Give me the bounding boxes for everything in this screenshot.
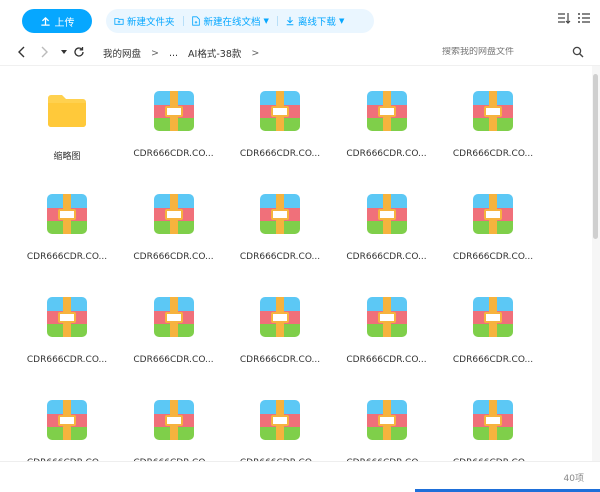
- archive-file-icon: [366, 296, 408, 338]
- search-input[interactable]: [442, 47, 562, 57]
- offline-download-label: 离线下载: [297, 17, 336, 28]
- new-folder-button[interactable]: 新建文件夹: [106, 9, 183, 33]
- file-name: CDR666CDR.CO...: [133, 355, 214, 365]
- archive-file-icon: [46, 296, 88, 338]
- file-item[interactable]: CDR666CDR.CO...: [230, 169, 330, 269]
- file-name: CDR666CDR.CO...: [26, 355, 108, 365]
- refresh-icon[interactable]: [73, 46, 85, 58]
- archive-file-icon: [153, 193, 195, 235]
- file-name: CDR666CDR.CO...: [26, 252, 108, 262]
- caret-down-icon: ▼: [263, 17, 269, 25]
- list-view-icon[interactable]: [577, 11, 591, 25]
- archive-file-icon: [472, 399, 514, 441]
- upload-button[interactable]: 上传: [22, 9, 92, 33]
- sort-icon[interactable]: [557, 11, 571, 25]
- new-doc-label: 新建在线文档: [203, 17, 261, 28]
- offline-download-button[interactable]: 离线下载 ▼: [276, 9, 352, 33]
- file-name: CDR666CDR.CO...: [452, 149, 534, 159]
- new-online-doc-button[interactable]: 新建在线文档 ▼: [182, 9, 277, 33]
- file-name: CDR666CDR.CO...: [452, 252, 534, 262]
- file-item[interactable]: CDR666CDR.CO...: [124, 169, 224, 269]
- file-item[interactable]: CDR666CDR.CO...: [443, 375, 543, 461]
- file-name: CDR666CDR.CO...: [239, 252, 321, 262]
- file-item[interactable]: CDR666CDR.CO...: [230, 375, 330, 461]
- file-item[interactable]: CDR666CDR.CO...: [17, 272, 117, 372]
- folder-item[interactable]: 缩略图: [17, 66, 117, 166]
- search-icon[interactable]: [572, 46, 584, 58]
- breadcrumb-ellipsis[interactable]: ...: [169, 48, 178, 59]
- file-item[interactable]: CDR666CDR.CO...: [337, 272, 437, 372]
- file-name: CDR666CDR.CO...: [452, 355, 534, 365]
- file-name: CDR666CDR.CO...: [133, 252, 214, 262]
- breadcrumb-current[interactable]: AI格式-38款: [188, 46, 241, 60]
- file-grid: 缩略图 CDR666CDR.CO... CDR666CDR.CO... CDR666C…: [0, 66, 592, 461]
- file-item[interactable]: CDR666CDR.CO...: [337, 375, 437, 461]
- file-item[interactable]: CDR666CDR.CO...: [443, 169, 543, 269]
- file-name: CDR666CDR.CO...: [239, 355, 321, 365]
- toolbar: 上传 新建文件夹 新建在线文档 ▼ 离线下载 ▼: [0, 0, 600, 40]
- breadcrumb-separator: >: [251, 47, 260, 59]
- archive-file-icon: [259, 399, 301, 441]
- new-folder-icon: [114, 18, 124, 25]
- file-name: CDR666CDR.CO...: [346, 149, 427, 159]
- folder-icon: [46, 90, 88, 132]
- item-count: 40项: [563, 474, 584, 484]
- new-doc-icon: [191, 16, 200, 26]
- back-arrow-icon[interactable]: [16, 46, 28, 58]
- download-icon: [286, 16, 294, 26]
- scrollbar-thumb[interactable]: [593, 74, 598, 239]
- archive-file-icon: [46, 399, 88, 441]
- forward-arrow-icon[interactable]: [38, 46, 50, 58]
- archive-file-icon: [259, 90, 301, 132]
- file-item[interactable]: CDR666CDR.CO...: [124, 66, 224, 166]
- file-item[interactable]: CDR666CDR.CO...: [17, 169, 117, 269]
- archive-file-icon: [366, 399, 408, 441]
- archive-file-icon: [472, 90, 514, 132]
- file-item[interactable]: CDR666CDR.CO...: [443, 272, 543, 372]
- status-bar: 40项: [0, 461, 600, 492]
- new-folder-label: 新建文件夹: [127, 17, 175, 28]
- archive-file-icon: [46, 193, 88, 235]
- file-name: CDR666CDR.CO...: [239, 149, 321, 159]
- file-name: CDR666CDR.CO...: [133, 149, 214, 159]
- file-name: CDR666CDR.CO...: [346, 355, 427, 365]
- file-item[interactable]: CDR666CDR.CO...: [443, 66, 543, 166]
- archive-file-icon: [259, 193, 301, 235]
- action-button-group: 新建文件夹 新建在线文档 ▼ 离线下载 ▼: [106, 9, 374, 33]
- file-item[interactable]: CDR666CDR.CO...: [230, 272, 330, 372]
- upload-icon: [40, 16, 50, 26]
- file-item[interactable]: CDR666CDR.CO...: [337, 66, 437, 166]
- caret-down-icon: ▼: [338, 17, 345, 25]
- file-item[interactable]: CDR666CDR.CO...: [124, 272, 224, 372]
- upload-label: 上传: [54, 17, 75, 29]
- archive-file-icon: [259, 296, 301, 338]
- archive-file-icon: [153, 399, 195, 441]
- file-item[interactable]: CDR666CDR.CO...: [124, 375, 224, 461]
- file-item[interactable]: CDR666CDR.CO...: [17, 375, 117, 461]
- breadcrumb-separator: >: [151, 47, 159, 59]
- navigation-bar: 我的网盘 > ... AI格式-38款 >: [0, 40, 600, 66]
- archive-file-icon: [153, 296, 195, 338]
- archive-file-icon: [366, 193, 408, 235]
- archive-file-icon: [366, 90, 408, 132]
- file-item[interactable]: CDR666CDR.CO...: [230, 66, 330, 166]
- archive-file-icon: [472, 296, 514, 338]
- file-name: 缩略图: [53, 152, 81, 162]
- file-name: CDR666CDR.CO...: [346, 252, 427, 262]
- breadcrumb: 我的网盘 > ... AI格式-38款 >: [103, 45, 259, 61]
- history-dropdown-icon[interactable]: [58, 46, 70, 58]
- file-item[interactable]: CDR666CDR.CO...: [337, 169, 437, 269]
- archive-file-icon: [153, 90, 195, 132]
- breadcrumb-root[interactable]: 我的网盘: [103, 46, 141, 60]
- archive-file-icon: [472, 193, 514, 235]
